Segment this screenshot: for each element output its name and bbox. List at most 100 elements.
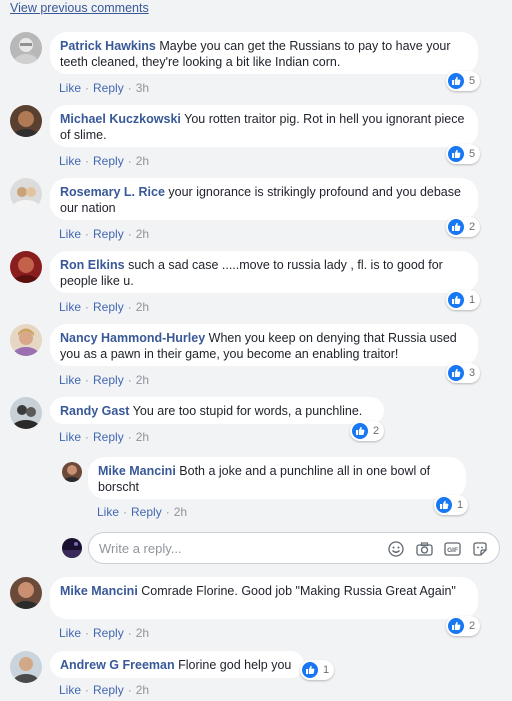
gif-icon[interactable]: GIF bbox=[443, 540, 461, 558]
reply-button[interactable]: Reply bbox=[93, 626, 124, 640]
reaction-count[interactable]: 3 bbox=[446, 363, 481, 383]
comment-text: You are too stupid for words, a punchlin… bbox=[132, 404, 363, 418]
comment-author[interactable]: Patrick Hawkins bbox=[60, 39, 156, 53]
comment-author[interactable]: Nancy Hammond-Hurley bbox=[60, 331, 205, 345]
avatar[interactable] bbox=[10, 251, 42, 283]
reply-input[interactable] bbox=[99, 539, 379, 557]
svg-text:GIF: GIF bbox=[447, 547, 458, 554]
comment-bubble: Mike Mancini Comrade Florine. Good job "… bbox=[50, 577, 478, 619]
avatar[interactable] bbox=[10, 32, 42, 64]
comment-author[interactable]: Michael Kuczkowski bbox=[60, 112, 181, 126]
reply-button[interactable]: Reply bbox=[131, 505, 162, 519]
comment-actions: Like · Reply · 2h bbox=[59, 300, 150, 314]
thumbs-up-icon bbox=[352, 423, 368, 439]
comment-author[interactable]: Ron Elkins bbox=[60, 258, 125, 272]
thumbs-up-icon bbox=[448, 146, 464, 162]
comment-timestamp[interactable]: 2h bbox=[136, 227, 149, 241]
reaction-count[interactable]: 1 bbox=[446, 290, 481, 310]
thumbs-up-icon bbox=[302, 662, 318, 678]
like-button[interactable]: Like bbox=[59, 683, 81, 697]
comment-timestamp[interactable]: 2h bbox=[136, 683, 149, 697]
thumbs-up-icon bbox=[448, 219, 464, 235]
reaction-count[interactable]: 1 bbox=[300, 660, 335, 680]
like-button[interactable]: Like bbox=[59, 81, 81, 95]
comment-actions: Like · Reply · 2h bbox=[59, 227, 150, 241]
avatar[interactable] bbox=[10, 105, 42, 137]
comment-author[interactable]: Mike Mancini bbox=[98, 464, 176, 478]
current-user-avatar bbox=[62, 538, 82, 558]
comment-bubble: Randy Gast You are too stupid for words,… bbox=[50, 397, 384, 424]
reaction-number: 5 bbox=[469, 75, 476, 87]
reaction-number: 3 bbox=[469, 367, 476, 379]
reaction-count[interactable]: 1 bbox=[434, 495, 469, 515]
thumbs-up-icon bbox=[436, 497, 452, 513]
reply-button[interactable]: Reply bbox=[93, 430, 124, 444]
like-button[interactable]: Like bbox=[59, 430, 81, 444]
sticker-icon[interactable] bbox=[471, 540, 489, 558]
like-button[interactable]: Like bbox=[59, 626, 81, 640]
reaction-number: 1 bbox=[323, 664, 330, 676]
avatar[interactable] bbox=[10, 651, 42, 683]
view-previous-comments-link[interactable]: View previous comments bbox=[10, 1, 149, 15]
avatar[interactable] bbox=[10, 178, 42, 210]
smiley-icon[interactable] bbox=[387, 540, 405, 558]
comment-timestamp[interactable]: 2h bbox=[136, 300, 149, 314]
comment-bubble: Nancy Hammond-Hurley When you keep on de… bbox=[50, 324, 478, 366]
reaction-number: 1 bbox=[457, 499, 464, 511]
comment-timestamp[interactable]: 2h bbox=[136, 626, 149, 640]
comment-timestamp[interactable]: 2h bbox=[136, 373, 149, 387]
thumbs-up-icon bbox=[448, 365, 464, 381]
reaction-count[interactable]: 5 bbox=[446, 144, 481, 164]
like-button[interactable]: Like bbox=[59, 300, 81, 314]
comment-actions: Like · Reply · 2h bbox=[59, 154, 150, 168]
comment-timestamp[interactable]: 2h bbox=[174, 505, 187, 519]
thumbs-up-icon bbox=[448, 73, 464, 89]
thumbs-up-icon bbox=[448, 292, 464, 308]
comment-actions: Like · Reply · 2h bbox=[59, 373, 150, 387]
comment-timestamp[interactable]: 2h bbox=[136, 154, 149, 168]
comment-actions: Like · Reply · 2h bbox=[59, 683, 150, 697]
comment-actions: Like · Reply · 2h bbox=[97, 505, 188, 519]
comment-bubble: Michael Kuczkowski You rotten traitor pi… bbox=[50, 105, 478, 147]
reaction-number: 2 bbox=[469, 620, 476, 632]
like-button[interactable]: Like bbox=[59, 154, 81, 168]
avatar[interactable] bbox=[10, 577, 42, 609]
reply-button[interactable]: Reply bbox=[93, 227, 124, 241]
comment-author[interactable]: Randy Gast bbox=[60, 404, 129, 418]
reply-button[interactable]: Reply bbox=[93, 154, 124, 168]
reaction-count[interactable]: 5 bbox=[446, 71, 481, 91]
reply-composer: GIF bbox=[88, 532, 500, 564]
comment-bubble: Rosemary L. Rice your ignorance is strik… bbox=[50, 178, 478, 220]
reaction-count[interactable]: 2 bbox=[350, 421, 385, 441]
comment-timestamp[interactable]: 2h bbox=[136, 430, 149, 444]
comment-bubble: Ron Elkins such a sad case .....move to … bbox=[50, 251, 478, 293]
comment-author[interactable]: Andrew G Freeman bbox=[60, 658, 175, 672]
reaction-number: 5 bbox=[469, 148, 476, 160]
reaction-number: 2 bbox=[373, 425, 380, 437]
comment-bubble: Andrew G Freeman Florine god help you bbox=[50, 651, 304, 678]
comment-actions: Like · Reply · 2h bbox=[59, 430, 150, 444]
camera-icon[interactable] bbox=[415, 540, 433, 558]
reply-button[interactable]: Reply bbox=[93, 81, 124, 95]
comment-timestamp[interactable]: 3h bbox=[136, 81, 149, 95]
avatar[interactable] bbox=[62, 462, 82, 482]
avatar[interactable] bbox=[10, 324, 42, 356]
like-button[interactable]: Like bbox=[97, 505, 119, 519]
avatar[interactable] bbox=[10, 397, 42, 429]
reply-button[interactable]: Reply bbox=[93, 683, 124, 697]
comment-text: Comrade Florine. Good job "Making Russia… bbox=[141, 584, 456, 598]
comment-text: Florine god help you bbox=[178, 658, 292, 672]
reply-button[interactable]: Reply bbox=[93, 373, 124, 387]
reaction-number: 2 bbox=[469, 221, 476, 233]
comment-author[interactable]: Rosemary L. Rice bbox=[60, 185, 165, 199]
like-button[interactable]: Like bbox=[59, 227, 81, 241]
reaction-count[interactable]: 2 bbox=[446, 217, 481, 237]
comment-bubble: Mike Mancini Both a joke and a punchline… bbox=[88, 457, 466, 499]
comment-bubble: Patrick Hawkins Maybe you can get the Ru… bbox=[50, 32, 478, 74]
like-button[interactable]: Like bbox=[59, 373, 81, 387]
reaction-count[interactable]: 2 bbox=[446, 616, 481, 636]
reply-button[interactable]: Reply bbox=[93, 300, 124, 314]
comment-actions: Like · Reply · 3h bbox=[59, 81, 150, 95]
comment-author[interactable]: Mike Mancini bbox=[60, 584, 138, 598]
thumbs-up-icon bbox=[448, 618, 464, 634]
